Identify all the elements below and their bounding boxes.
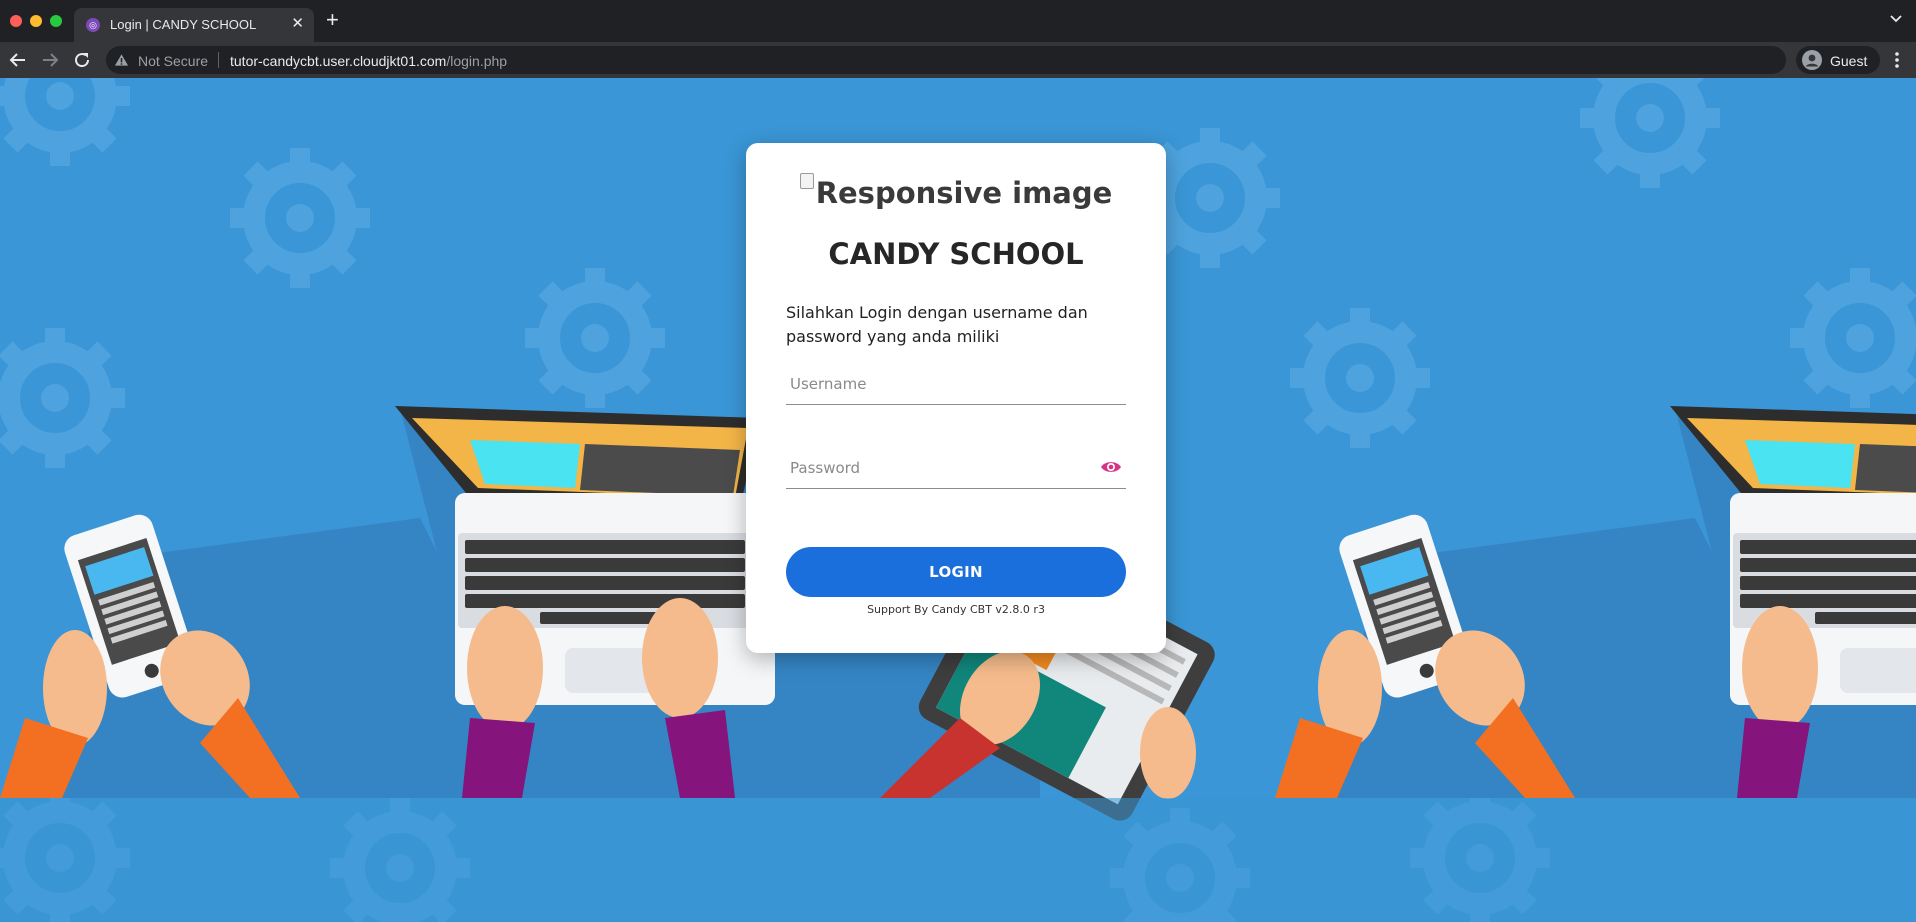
profile-button[interactable]: Guest <box>1796 46 1880 74</box>
login-button[interactable]: LOGIN <box>786 547 1126 597</box>
page-viewport: Responsive image CANDY SCHOOL Silahkan L… <box>0 78 1916 922</box>
security-status-label[interactable]: Not Secure <box>138 53 208 69</box>
forward-arrow-icon[interactable] <box>38 48 62 72</box>
window-zoom-button[interactable] <box>50 15 62 27</box>
password-field <box>786 449 1126 489</box>
address-bar[interactable]: Not Secure tutor-candycbt.user.cloudjkt0… <box>106 46 1786 74</box>
candy-cbt-favicon-icon: ◎ <box>86 18 100 32</box>
profile-label: Guest <box>1830 53 1868 69</box>
reload-icon[interactable] <box>70 48 94 72</box>
address-separator <box>218 52 219 68</box>
guest-avatar-icon <box>1802 50 1822 70</box>
browser-tab-active[interactable]: ◎ Login | CANDY SCHOOL ✕ <box>74 8 314 42</box>
browser-toolbar: Not Secure tutor-candycbt.user.cloudjkt0… <box>0 42 1916 78</box>
browser-menu-icon[interactable] <box>1888 50 1906 70</box>
login-card: Responsive image CANDY SCHOOL Silahkan L… <box>746 143 1166 653</box>
username-field <box>786 365 1126 405</box>
school-logo: Responsive image <box>746 173 1166 210</box>
tab-title: Login | CANDY SCHOOL <box>110 17 257 32</box>
logo-alt-text: Responsive image <box>815 176 1113 210</box>
window-minimize-button[interactable] <box>30 15 42 27</box>
back-arrow-icon[interactable] <box>6 48 30 72</box>
username-input[interactable] <box>786 365 1086 403</box>
broken-image-icon <box>799 173 814 189</box>
show-password-eye-icon[interactable] <box>1100 460 1122 474</box>
url-host: tutor-candycbt.user.cloudjkt01.com <box>230 53 447 69</box>
url-text[interactable]: tutor-candycbt.user.cloudjkt01.com/login… <box>230 53 507 69</box>
login-instructions: Silahkan Login dengan username dan passw… <box>786 303 1088 346</box>
browser-tab-bar: ◎ Login | CANDY SCHOOL ✕ + <box>0 0 1916 42</box>
url-path: /login.php <box>446 53 508 69</box>
new-tab-button[interactable]: + <box>326 9 339 31</box>
warning-triangle-icon[interactable] <box>114 53 129 67</box>
tab-close-icon[interactable]: ✕ <box>291 15 304 33</box>
support-footer-text: Support By Candy CBT v2.8.0 r3 <box>867 603 1045 616</box>
school-name-heading: CANDY SCHOOL <box>828 237 1084 271</box>
password-input[interactable] <box>786 449 1086 487</box>
window-close-button[interactable] <box>10 15 22 27</box>
tab-search-chevron-icon[interactable] <box>1890 12 1902 24</box>
